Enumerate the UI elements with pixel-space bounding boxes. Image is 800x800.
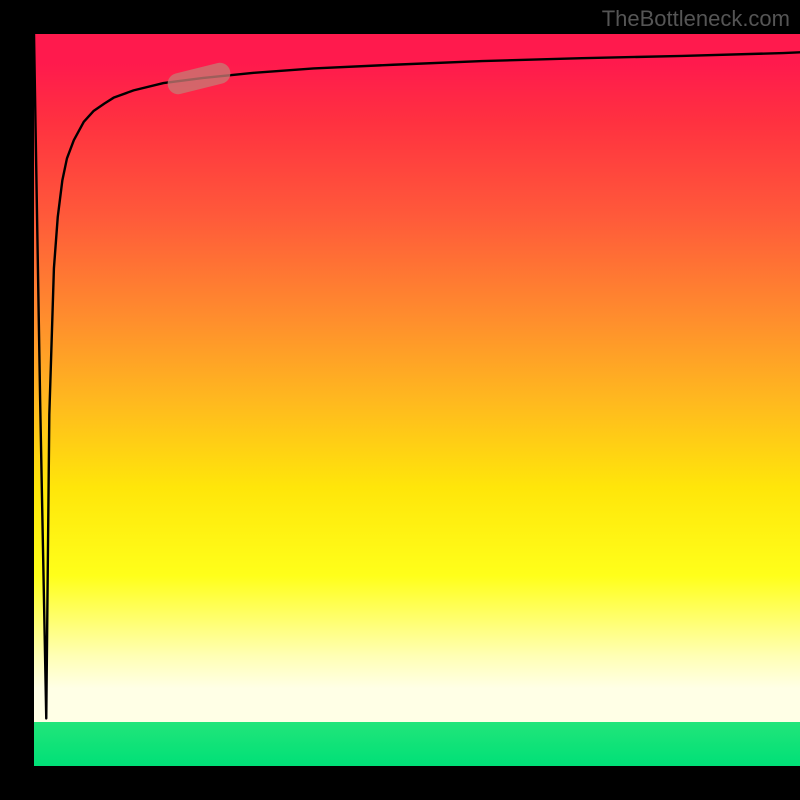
curve-svg xyxy=(34,34,800,766)
bottleneck-curve xyxy=(34,34,800,718)
curve-layer xyxy=(34,34,800,766)
chart-plot-area xyxy=(34,34,800,766)
attribution-text: TheBottleneck.com xyxy=(602,6,790,32)
